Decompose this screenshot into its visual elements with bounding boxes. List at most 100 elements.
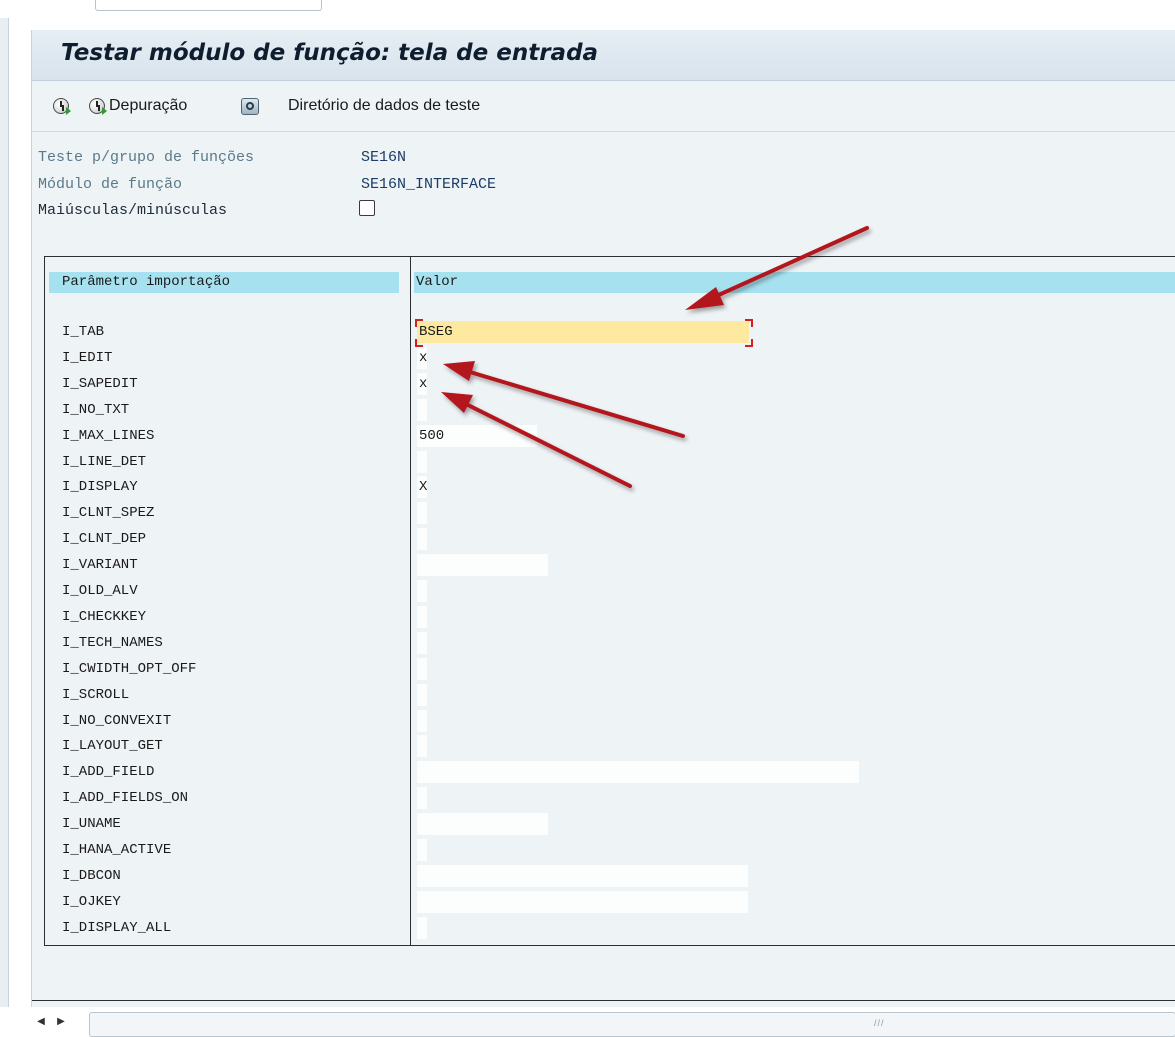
table-row: I_SCROLL [45, 682, 1175, 708]
parameter-value-field[interactable] [417, 657, 427, 680]
horizontal-scrollbar[interactable]: /// [89, 1012, 1175, 1037]
parameter-name: I_LAYOUT_GET [62, 738, 163, 755]
parameter-value-field[interactable] [417, 890, 748, 913]
parameter-value-field[interactable] [417, 787, 427, 810]
table-row: I_MAX_LINES 500 [45, 423, 1175, 449]
table-row: I_LAYOUT_GET [45, 733, 1175, 759]
execute-icon [53, 98, 71, 115]
parameter-value-field[interactable] [417, 735, 427, 758]
table-row: I_TECH_NAMES [45, 630, 1175, 656]
parameter-name: I_DISPLAY_ALL [62, 919, 172, 936]
parameter-value-field[interactable]: X [417, 476, 427, 499]
parameter-name: I_NO_CONVEXIT [62, 712, 172, 729]
left-border [0, 18, 9, 1007]
parameter-name: I_CWIDTH_OPT_OFF [62, 660, 197, 677]
parameter-value-field[interactable] [417, 864, 748, 887]
application-toolbar: Depuração Diretório de dados de teste [32, 81, 1175, 132]
parameter-name: I_EDIT [62, 349, 113, 366]
function-group-value: SE16N [361, 149, 407, 166]
parameter-value-field[interactable] [417, 709, 427, 732]
function-module-value: SE16N_INTERFACE [361, 176, 497, 193]
import-parameters-table: Parâmetro importação Valor I_TAB BSEG I_ED… [44, 256, 1175, 946]
parameter-name: I_CLNT_SPEZ [62, 505, 155, 522]
scroll-left-icon[interactable]: ◀ [36, 1016, 46, 1028]
table-row: I_EDIT x [45, 345, 1175, 371]
table-row: I_SAPEDIT x [45, 371, 1175, 397]
parameter-value-field[interactable] [417, 631, 427, 654]
parameter-name: I_SAPEDIT [62, 375, 138, 392]
parameter-name: I_OLD_ALV [62, 583, 138, 599]
table-row: I_ADD_FIELDS_ON [45, 785, 1175, 811]
parameter-name: I_VARIANT [62, 557, 138, 574]
parameter-name: I_DISPLAY [62, 479, 138, 496]
parameter-name: I_TECH_NAMES [62, 634, 163, 651]
main-frame: Testar módulo de função: tela de entrada… [31, 30, 1175, 1037]
parameter-value-field[interactable] [417, 916, 427, 939]
table-row: I_CHECKKEY [45, 604, 1175, 630]
case-sensitive-checkbox[interactable] [359, 200, 375, 216]
function-group-label: Teste p/grupo de funções [38, 149, 255, 166]
parameter-name: I_CLNT_DEP [62, 531, 147, 548]
scroll-grip-icon: /// [874, 1018, 885, 1028]
parameter-name: I_OJKEY [62, 893, 121, 910]
title-bar: Testar módulo de função: tela de entrada [32, 30, 1175, 81]
parameter-name: I_UNAME [62, 816, 121, 833]
parameter-name: I_ADD_FIELD [62, 764, 155, 781]
table-row: I_UNAME [45, 811, 1175, 837]
parameter-name: I_ADD_FIELDS_ON [62, 790, 189, 807]
debug-button[interactable]: Depuração [89, 95, 187, 117]
parameter-value-field[interactable] [417, 813, 548, 836]
parameter-value-field[interactable] [417, 580, 427, 602]
debug-execute-icon [89, 98, 107, 115]
table-row: I_TAB BSEG [45, 319, 1175, 347]
parameter-name: I_LINE_DET [62, 453, 147, 470]
focus-corner-icon [745, 319, 753, 327]
table-row: I_DBCON [45, 863, 1175, 889]
parameter-name: I_SCROLL [62, 686, 130, 703]
table-row: I_VARIANT [45, 552, 1175, 578]
header-value: Valor [414, 272, 1175, 293]
parameter-name: I_TAB [62, 324, 105, 340]
parameter-value-field[interactable] [417, 398, 427, 421]
command-field[interactable] [95, 0, 322, 11]
scroll-right-icon[interactable]: ▶ [56, 1016, 66, 1028]
execute-button[interactable] [53, 95, 71, 117]
parameter-value-field[interactable] [417, 528, 427, 551]
parameter-value-field[interactable] [417, 839, 427, 861]
parameter-value-field[interactable]: 500 [417, 424, 537, 447]
status-bar: ◀ ▶ /// [32, 1010, 1175, 1037]
table-row: I_LINE_DET [45, 449, 1175, 475]
parameter-value-field[interactable] [417, 554, 548, 577]
function-module-label: Módulo de função [38, 176, 183, 193]
parameter-value-field[interactable]: BSEG [417, 321, 749, 343]
parameter-value-field[interactable] [417, 502, 427, 525]
test-data-directory-label: Diretório de dados de teste [288, 97, 481, 114]
parameter-value-field[interactable]: x [417, 346, 427, 369]
focus-corner-icon [415, 319, 423, 327]
table-row: I_OJKEY [45, 889, 1175, 915]
table-row: I_NO_TXT [45, 397, 1175, 423]
header-parameter: Parâmetro importação [49, 272, 399, 293]
table-row: I_DISPLAY X [45, 474, 1175, 500]
parameter-name: I_HANA_ACTIVE [62, 842, 172, 858]
parameter-value-field[interactable] [417, 605, 427, 628]
table-row: I_OLD_ALV [45, 578, 1175, 604]
parameter-name: I_MAX_LINES [62, 427, 155, 444]
page-title: Testar módulo de função: tela de entrada [61, 40, 599, 66]
table-row: I_NO_CONVEXIT [45, 708, 1175, 734]
table-row: I_HANA_ACTIVE [45, 837, 1175, 863]
table-row: I_CWIDTH_OPT_OFF [45, 656, 1175, 682]
parameter-value-field[interactable] [417, 450, 427, 473]
parameter-value-field[interactable]: x [417, 372, 427, 395]
table-row: I_DISPLAY_ALL [45, 915, 1175, 941]
bottom-separator [32, 1000, 1175, 1001]
debug-label: Depuração [109, 97, 188, 114]
table-row: I_CLNT_DEP [45, 526, 1175, 552]
parameter-name: I_CHECKKEY [62, 608, 147, 625]
parameter-value-field[interactable] [417, 683, 427, 706]
case-sensitive-label: Maiúsculas/minúsculas [38, 202, 228, 219]
test-data-directory-button[interactable]: Diretório de dados de teste [241, 95, 480, 117]
table-row: I_ADD_FIELD [45, 759, 1175, 785]
parameter-value-field[interactable] [417, 761, 859, 784]
parameter-name: I_DBCON [62, 867, 121, 884]
